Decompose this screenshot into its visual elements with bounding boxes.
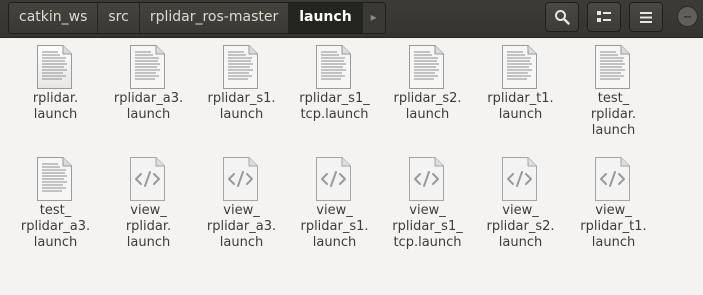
code-file-icon (316, 157, 351, 201)
file-item[interactable]: view_ rplidar_s1. launch (288, 150, 381, 260)
breadcrumb-catkin-ws[interactable]: catkin_ws (9, 3, 99, 33)
file-item[interactable]: test_ rplidar. launch (567, 38, 660, 148)
file-name: rplidar_s2. launch (393, 91, 462, 122)
breadcrumb-rplidar-ros-master[interactable]: rplidar_ros-master (139, 3, 290, 33)
text-file-icon (130, 45, 165, 89)
file-name: rplidar_s1_ tcp.launch (299, 91, 370, 122)
file-name: rplidar_t1. launch (487, 91, 554, 122)
file-item[interactable]: rplidar_s1_ tcp.launch (288, 38, 381, 148)
breadcrumb-src[interactable]: src (98, 3, 140, 33)
file-item[interactable]: view_ rplidar. launch (102, 150, 195, 260)
breadcrumb-next-arrow[interactable]: ▸ (362, 3, 385, 33)
file-item[interactable]: view_ rplidar_s1_ tcp.launch (381, 150, 474, 260)
code-file-icon (595, 157, 630, 201)
text-file-icon (37, 157, 72, 201)
code-file-icon (502, 157, 537, 201)
file-item[interactable]: view_ rplidar_t1. launch (567, 150, 660, 260)
file-item[interactable]: test_ rplidar_a3. launch (9, 150, 102, 260)
minimize-icon (684, 16, 691, 18)
text-file-icon (502, 45, 537, 89)
breadcrumb: catkin_ws src rplidar_ros-master launch … (8, 2, 386, 34)
file-item[interactable]: view_ rplidar_s2. launch (474, 150, 567, 260)
file-item[interactable]: view_ rplidar_a3. launch (195, 150, 288, 260)
text-file-icon (37, 45, 72, 89)
minimize-window-button[interactable] (677, 6, 698, 27)
file-item[interactable]: rplidar_s1. launch (195, 38, 288, 148)
text-file-icon (316, 45, 351, 89)
text-file-icon (595, 45, 630, 89)
file-item[interactable]: rplidar. launch (9, 38, 102, 148)
list-view-icon (597, 11, 611, 22)
file-grid: rplidar. launch rplidar_a3. launch rplid… (0, 38, 703, 295)
code-file-icon (130, 157, 165, 201)
text-file-icon (409, 45, 444, 89)
hamburger-menu-icon (640, 11, 652, 23)
menu-button[interactable] (629, 2, 663, 32)
code-file-icon (409, 157, 444, 201)
file-item[interactable]: rplidar_a3. launch (102, 38, 195, 148)
file-name: test_ rplidar_a3. launch (20, 203, 91, 250)
file-name: view_ rplidar. launch (125, 203, 172, 250)
search-icon (555, 10, 570, 25)
header-bar: catkin_ws src rplidar_ros-master launch … (0, 0, 703, 38)
file-name: rplidar. launch (32, 91, 79, 122)
file-name: view_ rplidar_a3. launch (206, 203, 277, 250)
file-name: test_ rplidar. launch (590, 91, 637, 138)
file-name: view_ rplidar_s2. launch (486, 203, 555, 250)
breadcrumb-launch[interactable]: launch (289, 3, 363, 33)
code-file-icon (223, 157, 258, 201)
text-file-icon (223, 45, 258, 89)
file-name: view_ rplidar_t1. launch (580, 203, 647, 250)
file-name: rplidar_a3. launch (113, 91, 184, 122)
file-name: view_ rplidar_s1_ tcp.launch (392, 203, 463, 250)
view-toggle-button[interactable] (587, 2, 621, 32)
file-name: rplidar_s1. launch (207, 91, 276, 122)
search-button[interactable] (545, 2, 579, 32)
file-item[interactable]: rplidar_t1. launch (474, 38, 567, 148)
file-name: view_ rplidar_s1. launch (300, 203, 369, 250)
file-item[interactable]: rplidar_s2. launch (381, 38, 474, 148)
